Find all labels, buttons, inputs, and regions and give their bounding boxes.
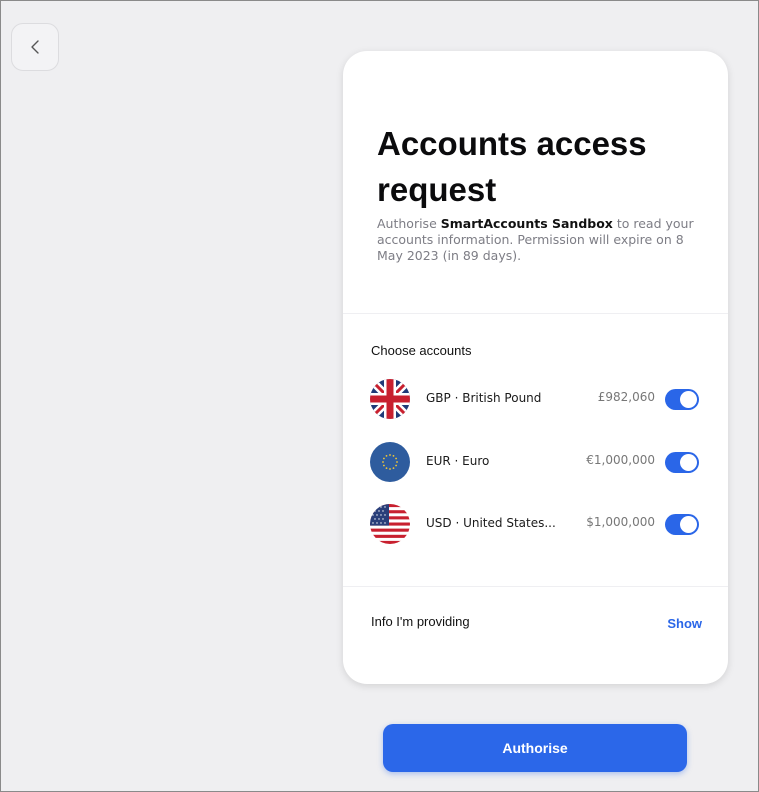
account-name: EUR · Euro	[426, 454, 490, 468]
back-button[interactable]	[11, 23, 59, 71]
account-name: GBP · British Pound	[426, 391, 542, 405]
page-title: Accounts access request	[377, 125, 647, 208]
app-name: SmartAccounts Sandbox	[440, 216, 613, 231]
account-toggle-usd[interactable]	[665, 514, 699, 535]
toggle-knob	[680, 516, 697, 533]
permission-description: Authorise SmartAccounts Sandbox to read …	[377, 216, 707, 264]
access-request-card: Accounts access request Authorise SmartA…	[343, 51, 728, 684]
info-providing-label: Info I'm providing	[371, 614, 470, 629]
toggle-knob	[680, 454, 697, 471]
account-name: USD · United States...	[426, 516, 556, 530]
choose-accounts-label: Choose accounts	[371, 343, 472, 358]
account-toggle-eur[interactable]	[665, 452, 699, 473]
account-row-gbp[interactable]: GBP · British Pound £982,060	[370, 379, 701, 423]
account-balance: £982,060	[597, 390, 655, 404]
account-toggle-gbp[interactable]	[665, 389, 699, 410]
eu-flag-icon	[370, 442, 410, 482]
app-frame: Accounts access request Authorise SmartA…	[0, 0, 759, 792]
us-flag-icon	[370, 504, 410, 544]
account-row-usd[interactable]: USD · United States... $1,000,000	[370, 504, 701, 548]
account-row-eur[interactable]: EUR · Euro €1,000,000	[370, 442, 701, 486]
authorise-button[interactable]: Authorise	[383, 724, 687, 772]
show-info-link[interactable]: Show	[667, 616, 702, 631]
toggle-knob	[680, 391, 697, 408]
account-balance: $1,000,000	[586, 515, 655, 529]
divider	[343, 313, 728, 314]
uk-flag-icon	[370, 379, 410, 419]
description-prefix: Authorise	[377, 216, 441, 231]
account-balance: €1,000,000	[586, 453, 655, 467]
divider	[343, 586, 728, 587]
chevron-left-icon	[31, 40, 39, 54]
